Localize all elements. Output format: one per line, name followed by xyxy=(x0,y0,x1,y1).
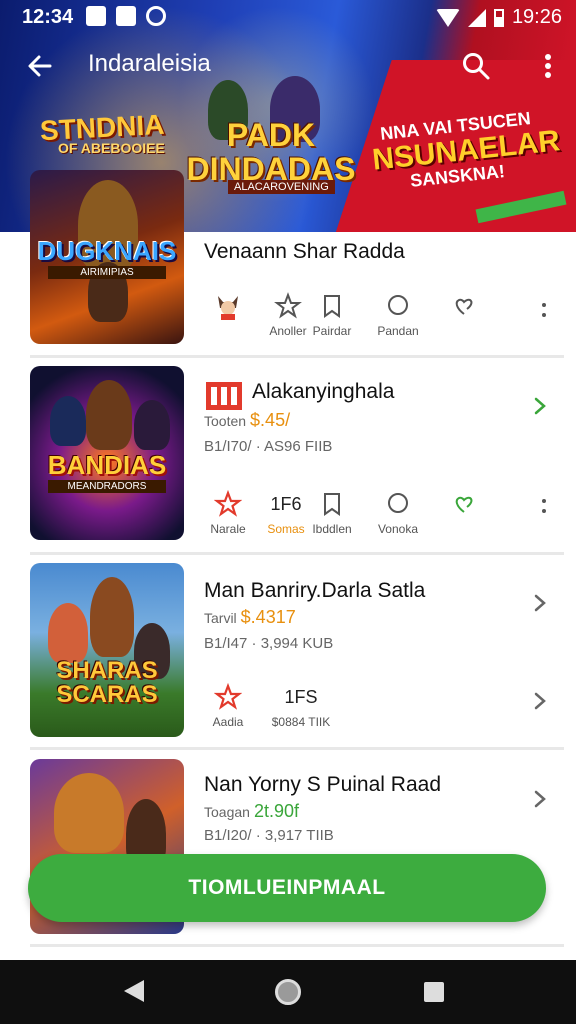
bookmark-icon xyxy=(324,295,340,318)
chevron-right-icon xyxy=(534,594,546,612)
battery-icon xyxy=(493,8,504,27)
like-action[interactable] xyxy=(434,490,494,518)
back-button[interactable] xyxy=(20,46,60,86)
status-time: 12:34 xyxy=(22,6,74,28)
divider xyxy=(30,355,564,358)
more-vertical-icon xyxy=(542,303,546,317)
chevron-right-icon xyxy=(534,692,546,710)
nav-home-icon[interactable] xyxy=(275,979,301,1005)
action-count: 1F6 xyxy=(270,494,302,514)
bookmark-icon xyxy=(324,493,340,516)
developer-logo-icon xyxy=(206,382,242,410)
count-action[interactable]: 1FS $0884 TIIK xyxy=(256,683,346,729)
app-actions: Anoller Pairdar Pandan xyxy=(206,292,526,348)
notification-icon xyxy=(146,6,166,26)
banner-left-subtitle: OF ABEBOOIEE xyxy=(58,140,165,156)
signal-icon xyxy=(467,8,486,27)
chevron-right-icon xyxy=(534,397,546,415)
app-title: Venaann Shar Radda xyxy=(204,240,405,263)
comment-action[interactable]: Vonoka xyxy=(368,490,428,536)
install-button[interactable]: TIOMLUEINPMAAL xyxy=(28,854,546,922)
app-actions: Aadia 1FS $0884 TIIK xyxy=(206,683,526,739)
action-label: $0884 TIIK xyxy=(271,715,331,729)
banner-main-subtitle: ALACAROVENING xyxy=(228,180,335,194)
top-app-bar: Indaraleisia xyxy=(0,38,576,94)
action-label: Narale xyxy=(210,522,246,536)
thumbnail-subtitle: AIRIMIPIAS xyxy=(48,266,166,279)
developer-name: Tooten xyxy=(204,413,247,429)
action-label: Somas xyxy=(267,522,305,536)
rate-action[interactable]: Aadia xyxy=(198,683,258,729)
more-vertical-icon xyxy=(542,499,546,513)
more-vertical-icon xyxy=(545,54,551,78)
rate-action[interactable]: Narale xyxy=(198,490,258,536)
heart-icon xyxy=(455,496,473,513)
status-right-text: 19:26 xyxy=(511,6,562,28)
app-price: $.4317 xyxy=(240,607,296,627)
system-nav-bar xyxy=(0,960,576,1024)
more-options-button[interactable] xyxy=(536,298,552,322)
chat-icon xyxy=(388,493,408,513)
notification-icon xyxy=(116,6,136,26)
open-details-button[interactable] xyxy=(528,394,552,418)
action-label: Pandan xyxy=(377,324,419,338)
app-meta: B1/I47 · 3,994 KUB xyxy=(204,635,334,652)
action-label: Pairdar xyxy=(312,324,352,338)
thumbnail-title: DUGKNAIS xyxy=(37,236,177,266)
app-title: Nan Yorny S Puinal Raad xyxy=(204,773,441,796)
open-details-button[interactable] xyxy=(528,787,552,811)
save-action[interactable]: Ibddlen xyxy=(302,490,362,536)
heart-icon xyxy=(455,298,473,315)
action-label: Aadia xyxy=(212,715,244,729)
chevron-right-icon xyxy=(534,790,546,808)
action-label: Vonoka xyxy=(377,522,419,536)
status-bar: 12:34 19:26 xyxy=(0,0,576,34)
action-count: 1FS xyxy=(284,687,318,707)
app-price: $.45/ xyxy=(250,410,291,430)
divider xyxy=(30,944,564,947)
developer-name: Tarvil xyxy=(204,610,237,626)
open-details-button[interactable] xyxy=(528,689,552,713)
app-price: 2t.90f xyxy=(253,801,299,821)
divider xyxy=(30,552,564,555)
chat-icon xyxy=(388,295,408,315)
page-title: Indaraleisia xyxy=(88,50,211,77)
like-action[interactable] xyxy=(434,292,494,320)
avatar-action[interactable] xyxy=(198,292,258,320)
star-icon xyxy=(214,683,242,710)
avatar-icon xyxy=(218,296,238,320)
app-developer-price: Toagan 2t.90f xyxy=(204,801,299,822)
list-item[interactable]: Alakanyinghala Tooten $.45/ B1/I70/ · AS9… xyxy=(0,366,576,556)
notification-icon xyxy=(86,6,106,26)
nav-recents-icon[interactable] xyxy=(424,982,444,1002)
app-developer-price: Tarvil $.4317 xyxy=(204,607,296,628)
search-button[interactable] xyxy=(456,46,496,86)
divider xyxy=(30,747,564,750)
app-developer-price: Tooten $.45/ xyxy=(204,410,290,431)
status-right: 19:26 xyxy=(435,6,562,29)
more-options-button[interactable] xyxy=(536,494,552,518)
wifi-icon xyxy=(435,8,460,27)
star-icon xyxy=(214,490,242,517)
app-meta: B1/I20/ · 3,917 TIIB xyxy=(204,827,334,844)
app-thumbnail[interactable]: DUGKNAIS AIRIMIPIAS xyxy=(30,170,184,344)
star-icon xyxy=(274,292,302,319)
comment-action[interactable]: Pandan xyxy=(368,292,428,338)
list-item[interactable]: Man Banriry.Darla Satla Tarvil $.4317 B1/… xyxy=(0,563,576,749)
app-screen: STNDNIA OF ABEBOOIEE PADK DINDADAS ALACA… xyxy=(0,0,576,1024)
app-title: Man Banriry.Darla Satla xyxy=(204,579,426,602)
arrow-left-icon xyxy=(28,55,52,77)
app-title: Alakanyinghala xyxy=(252,380,395,403)
action-label: Ibddlen xyxy=(312,522,352,536)
banner-main-title: PADK DINDADAS xyxy=(186,117,356,187)
notification-icons xyxy=(86,6,166,26)
app-meta: B1/I70/ · AS96 FIIB xyxy=(204,438,333,455)
save-action[interactable]: Pairdar xyxy=(302,292,362,338)
developer-name: Toagan xyxy=(204,804,250,820)
nav-back-icon[interactable] xyxy=(124,980,144,1002)
app-actions: Narale 1F6 Somas Ibddlen Vonoka xyxy=(206,490,526,546)
search-icon xyxy=(463,53,490,80)
overflow-menu-button[interactable] xyxy=(536,46,560,86)
open-details-button[interactable] xyxy=(528,591,552,615)
